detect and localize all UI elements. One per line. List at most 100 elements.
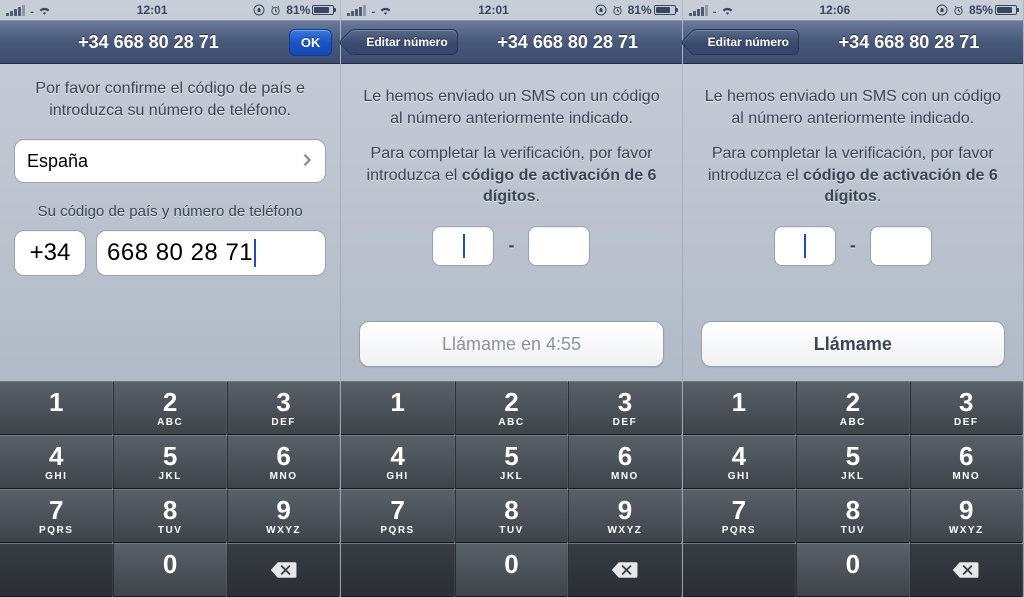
content: Le hemos enviado un SMS con un código al… [341, 64, 681, 381]
phone-number-input[interactable]: 668 80 28 71 [96, 230, 326, 276]
edit-number-back-button[interactable]: Editar número [691, 29, 799, 55]
phone-number-value: 668 80 28 71 [107, 239, 253, 267]
battery-indicator: 85% [969, 3, 1017, 17]
keypad-digit: 6 [618, 443, 632, 469]
keypad-letters [851, 579, 855, 590]
status-time: 12:01 [56, 3, 248, 17]
keypad-key-7[interactable]: 7PQRS [683, 489, 796, 543]
keypad-digit: 4 [390, 443, 404, 469]
call-me-button-disabled: Llámame en 4:55 [359, 321, 663, 367]
code-input-2[interactable] [528, 226, 590, 266]
nav-title: +34 668 80 28 71 [803, 32, 1015, 53]
keypad-key-2[interactable]: 2ABC [796, 381, 909, 435]
keypad-key-4[interactable]: 4GHI [0, 435, 113, 489]
keypad-key-0[interactable]: 0 [455, 543, 568, 597]
nav-title: +34 668 80 28 71 [462, 32, 674, 53]
keypad-letters [395, 417, 399, 428]
wifi-icon [379, 5, 392, 15]
text-caret [804, 234, 806, 258]
keypad-key-3[interactable]: 3DEF [568, 381, 681, 435]
keypad-key-3[interactable]: 3DEF [910, 381, 1023, 435]
keypad-digit: 7 [390, 497, 404, 523]
keypad-backspace-key[interactable] [227, 543, 340, 597]
keypad-key-9[interactable]: 9WXYZ [568, 489, 681, 543]
battery-indicator: 81% [286, 3, 334, 17]
keypad-key-9[interactable]: 9WXYZ [910, 489, 1023, 543]
keypad-key-4[interactable]: 4GHI [683, 435, 796, 489]
keypad-key-1[interactable]: 1 [341, 381, 454, 435]
keypad-key-6[interactable]: 6MNO [910, 435, 1023, 489]
keypad-key-6[interactable]: 6MNO [568, 435, 681, 489]
content: Le hemos enviado un SMS con un código al… [683, 64, 1023, 381]
signal-icon [6, 5, 25, 16]
keypad-letters: DEF [271, 417, 296, 428]
battery-percent: 85% [969, 3, 993, 17]
country-code-input[interactable]: +34 [14, 230, 86, 276]
keypad-letters: JKL [500, 471, 523, 482]
keypad-key-9[interactable]: 9WXYZ [227, 489, 340, 543]
keypad-key-1[interactable]: 1 [0, 381, 113, 435]
sms-sent-text: Le hemos enviado un SMS con un código al… [701, 86, 1005, 129]
keypad-digit: 5 [504, 443, 518, 469]
keypad-empty-key [683, 543, 796, 597]
keypad-key-8[interactable]: 8TUV [113, 489, 226, 543]
keypad-key-6[interactable]: 6MNO [227, 435, 340, 489]
keypad-digit: 1 [49, 389, 63, 415]
instruction-text: Por favor confirme el código de país e i… [14, 78, 326, 121]
keypad-letters: JKL [158, 471, 181, 482]
backspace-icon [952, 560, 980, 580]
signal-icon [689, 5, 708, 16]
keypad-letters [737, 417, 741, 428]
keypad-digit: 3 [276, 389, 290, 415]
text-caret [463, 234, 465, 258]
code-dash: - [508, 235, 514, 256]
keypad-key-0[interactable]: 0 [113, 543, 226, 597]
carrier-dot: .. [30, 5, 33, 15]
status-bar: .. 12:01 81% [341, 0, 681, 20]
call-me-button[interactable]: Llámame [701, 321, 1005, 367]
keypad-key-8[interactable]: 8TUV [796, 489, 909, 543]
keypad-key-5[interactable]: 5 JKL [455, 435, 568, 489]
keypad-digit: 4 [732, 443, 746, 469]
code-input-1[interactable] [432, 226, 494, 266]
keypad-digit: 6 [276, 443, 290, 469]
orientation-lock-icon [936, 4, 948, 16]
keypad-digit: 0 [504, 551, 518, 577]
code-input-2[interactable] [870, 226, 932, 266]
keypad-key-0[interactable]: 0 [796, 543, 909, 597]
keypad-key-7[interactable]: 7PQRS [0, 489, 113, 543]
wifi-icon [721, 5, 734, 15]
keypad-key-1[interactable]: 1 [683, 381, 796, 435]
keypad-digit: 9 [959, 497, 973, 523]
keypad-digit: 9 [276, 497, 290, 523]
keypad-digit: 5 [163, 443, 177, 469]
keypad-key-5[interactable]: 5 JKL [113, 435, 226, 489]
keypad-key-2[interactable]: 2ABC [455, 381, 568, 435]
keypad-key-8[interactable]: 8TUV [455, 489, 568, 543]
nav-title: +34 668 80 28 71 [8, 32, 289, 53]
keypad-key-3[interactable]: 3 DEF [227, 381, 340, 435]
ok-button[interactable]: OK [289, 29, 333, 56]
status-bar: .. 12:01 81% [0, 0, 340, 20]
keypad-letters: ABC [498, 417, 524, 428]
keypad-key-2[interactable]: 2ABC [113, 381, 226, 435]
keypad-letters: TUV [158, 525, 183, 536]
keypad-digit: 8 [504, 497, 518, 523]
edit-number-back-button[interactable]: Editar número [349, 29, 457, 55]
keypad-key-5[interactable]: 5JKL [796, 435, 909, 489]
keypad-letters: GHI [45, 471, 67, 482]
country-selector[interactable]: España [14, 139, 326, 183]
keypad-letters: ABC [157, 417, 183, 428]
keypad-key-7[interactable]: 7PQRS [341, 489, 454, 543]
keypad-backspace-key[interactable] [910, 543, 1023, 597]
keypad-digit: 9 [618, 497, 632, 523]
alarm-icon [612, 5, 623, 16]
numeric-keypad: 1 2ABC3DEF 4GHI5JKL6MNO 7PQRS8TUV9WXYZ0 [683, 381, 1023, 597]
code-input-1[interactable] [774, 226, 836, 266]
keypad-backspace-key[interactable] [568, 543, 681, 597]
text-caret [254, 239, 256, 267]
battery-percent: 81% [286, 3, 310, 17]
keypad-key-4[interactable]: 4GHI [341, 435, 454, 489]
keypad-digit: 3 [618, 389, 632, 415]
numeric-keypad: 1 2ABC3DEF 4GHI 5 JKL 6MNO 7PQRS8TUV9WXYZ 0 [341, 381, 681, 597]
